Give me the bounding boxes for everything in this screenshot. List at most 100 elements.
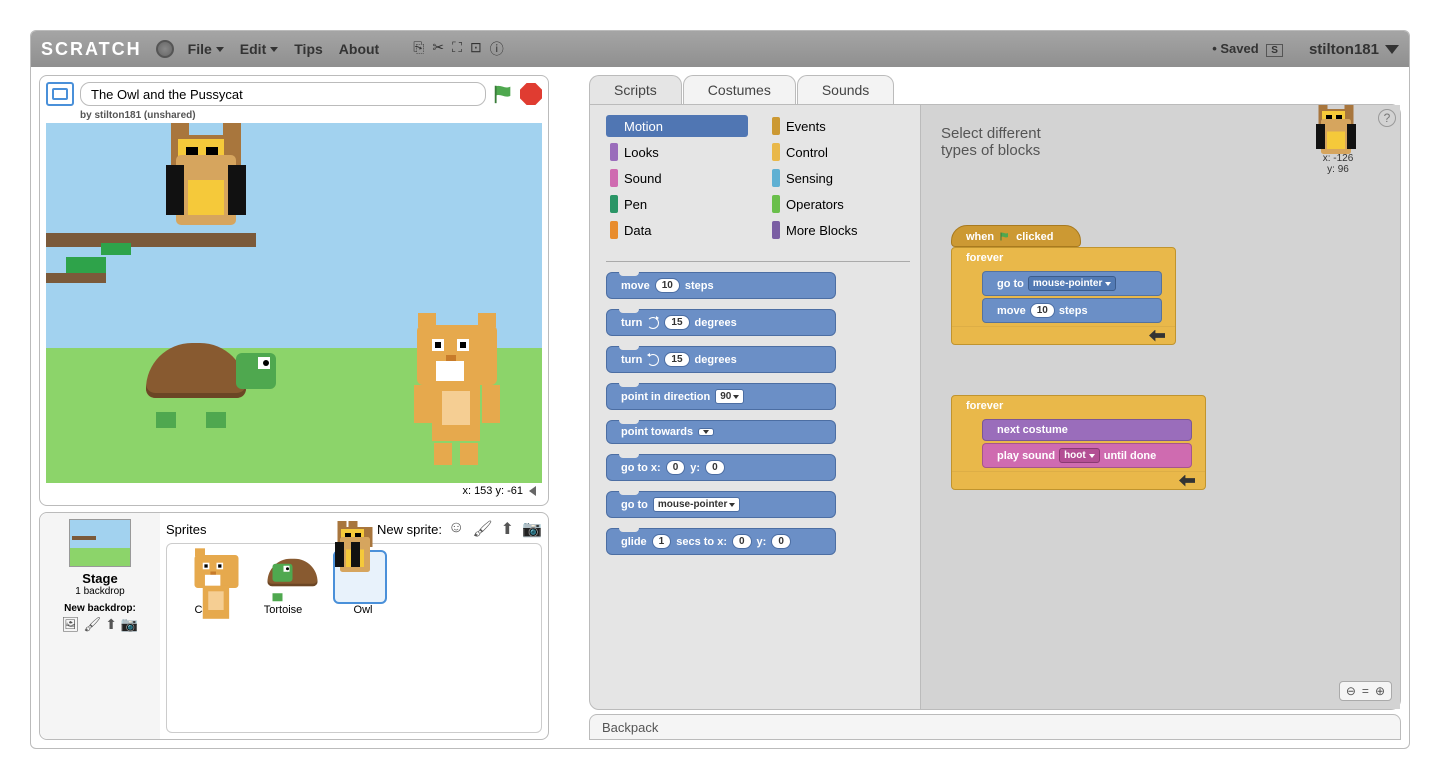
zoom-out-button[interactable]: ⊖ (1346, 684, 1356, 698)
script-stack-2[interactable]: forever next costume play sound hoot unt… (951, 395, 1206, 490)
sprite-camera-icon[interactable]: 📷 (522, 519, 542, 539)
help-button[interactable]: ? (1378, 109, 1396, 127)
new-backdrop-label: New backdrop: (64, 603, 136, 614)
stop-button[interactable] (520, 83, 542, 105)
stage-canvas[interactable] (46, 123, 542, 483)
block-play-sound[interactable]: play sound hoot until done (982, 443, 1192, 468)
category-label: Control (786, 145, 828, 160)
category-sensing[interactable]: Sensing (768, 167, 910, 189)
block-goto-mouse[interactable]: go tomouse-pointer (606, 491, 836, 518)
sprite-item-tortoise[interactable]: Tortoise (253, 550, 313, 616)
owl-sprite[interactable] (166, 135, 246, 235)
cat-sprite[interactable] (402, 325, 512, 465)
backpack-bar[interactable]: Backpack (589, 714, 1401, 740)
sprite-list: Cat Tortoise i (166, 543, 542, 733)
block-next-costume[interactable]: next costume (982, 419, 1192, 441)
block-forever-2[interactable]: forever next costume play sound hoot unt… (951, 395, 1206, 490)
current-sprite-readout: x: -126 y: 96 (1316, 109, 1360, 175)
rotate-cw-icon (647, 317, 659, 329)
category-label: Operators (786, 197, 844, 212)
stage-header (46, 82, 542, 106)
script-workspace[interactable]: ? Select different types of blocks x: -1… (920, 105, 1400, 709)
sprite-library-icon[interactable]: ☺ (448, 519, 464, 539)
block-point-towards[interactable]: point towards (606, 420, 836, 444)
block-goto-mouse-inner[interactable]: go to mouse-pointer (982, 271, 1162, 296)
category-swatch (610, 143, 618, 161)
category-swatch (610, 195, 618, 213)
stage-thumbnail[interactable] (69, 519, 131, 567)
menu-edit[interactable]: Edit (240, 41, 278, 57)
collapse-icon[interactable] (529, 486, 536, 496)
category-looks[interactable]: Looks (606, 141, 748, 163)
block-point-direction[interactable]: point in direction90 (606, 383, 836, 410)
block-glide[interactable]: glide1secs to x:0y:0 (606, 528, 836, 555)
scratch-logo: SCRATCH (41, 39, 142, 60)
duplicate-icon[interactable]: ⎘ (413, 39, 424, 59)
cut-icon[interactable]: ✂ (432, 39, 444, 59)
zoom-in-button[interactable]: ⊕ (1375, 684, 1385, 698)
tortoise-sprite[interactable] (146, 343, 276, 418)
stage-mouse-coords: x: 153 y: -61 (46, 483, 542, 499)
category-swatch (772, 195, 780, 213)
category-motion[interactable]: Motion (606, 115, 748, 137)
script-stack-1[interactable]: when clicked forever go to mouse-pointer (951, 225, 1176, 345)
category-swatch (772, 117, 780, 135)
save-status: • Saved S (1212, 41, 1283, 57)
menu-tips[interactable]: Tips (294, 41, 323, 57)
category-label: Events (786, 119, 826, 134)
editor-tabs: Scripts Costumes Sounds (589, 75, 1401, 104)
category-swatch (610, 117, 618, 135)
category-events[interactable]: Events (768, 115, 910, 137)
green-flag-button[interactable] (492, 83, 514, 105)
category-swatch (610, 169, 618, 187)
block-turn-cw[interactable]: turn15degrees (606, 309, 836, 336)
block-move-steps[interactable]: move10steps (606, 272, 836, 299)
block-forever-1[interactable]: forever go to mouse-pointer move 10 step… (951, 247, 1176, 345)
block-turn-ccw[interactable]: turn15degrees (606, 346, 836, 373)
menu-file[interactable]: File (188, 41, 224, 57)
block-move-inner[interactable]: move 10 steps (982, 298, 1162, 323)
help-icon[interactable]: ⓘ (490, 39, 504, 59)
stage-panel: by stilton181 (unshared) (39, 75, 549, 506)
category-data[interactable]: Data (606, 219, 748, 241)
category-operators[interactable]: Operators (768, 193, 910, 215)
sprite-list-area: Sprites New sprite: ☺ 🖌 ⬆ 📷 (160, 513, 548, 739)
annotation-text: Select different types of blocks (941, 125, 1380, 159)
user-menu[interactable]: stilton181 (1309, 41, 1399, 58)
tab-scripts[interactable]: Scripts (589, 75, 682, 104)
left-column: by stilton181 (unshared) (39, 75, 549, 740)
menu-about[interactable]: About (339, 41, 379, 57)
block-when-flag-clicked[interactable]: when clicked (951, 225, 1081, 247)
zoom-reset-button[interactable]: = (1362, 684, 1369, 698)
rotate-ccw-icon (647, 354, 659, 366)
sprite-panel: Stage 1 backdrop New backdrop: 🖼 🖌 ⬆ 📷 S… (39, 512, 549, 740)
shrink-icon[interactable]: ⊡ (470, 39, 482, 59)
category-swatch (772, 221, 780, 239)
category-sound[interactable]: Sound (606, 167, 748, 189)
library-icon[interactable]: 🖼 (62, 616, 80, 633)
tab-costumes[interactable]: Costumes (683, 75, 796, 104)
stage-thumbnail-column: Stage 1 backdrop New backdrop: 🖼 🖌 ⬆ 📷 (40, 513, 160, 739)
sprite-item-owl[interactable]: i Owl (333, 550, 393, 616)
fullscreen-icon[interactable] (46, 82, 74, 106)
category-label: Looks (624, 145, 659, 160)
loop-arrow-icon (1149, 330, 1165, 342)
category-label: Motion (624, 119, 663, 134)
block-goto-xy[interactable]: go to x:0y:0 (606, 454, 836, 481)
camera-icon[interactable]: 📷 (121, 616, 138, 633)
category-control[interactable]: Control (768, 141, 910, 163)
tab-sounds[interactable]: Sounds (797, 75, 894, 104)
sprite-paint-icon[interactable]: 🖌 (472, 519, 492, 539)
chevron-down-icon (216, 47, 224, 52)
new-sprite-label: New sprite: (377, 522, 442, 537)
sprite-item-cat[interactable]: Cat (173, 550, 233, 616)
upload-icon[interactable]: ⬆ (105, 616, 117, 633)
category-pen[interactable]: Pen (606, 193, 748, 215)
grow-icon[interactable]: ⛶ (452, 39, 462, 59)
category-label: More Blocks (786, 223, 858, 238)
category-more-blocks[interactable]: More Blocks (768, 219, 910, 241)
project-title-input[interactable] (80, 82, 486, 106)
sprite-upload-icon[interactable]: ⬆ (501, 519, 514, 539)
globe-icon[interactable] (156, 40, 174, 58)
paint-icon[interactable]: 🖌 (83, 616, 101, 633)
